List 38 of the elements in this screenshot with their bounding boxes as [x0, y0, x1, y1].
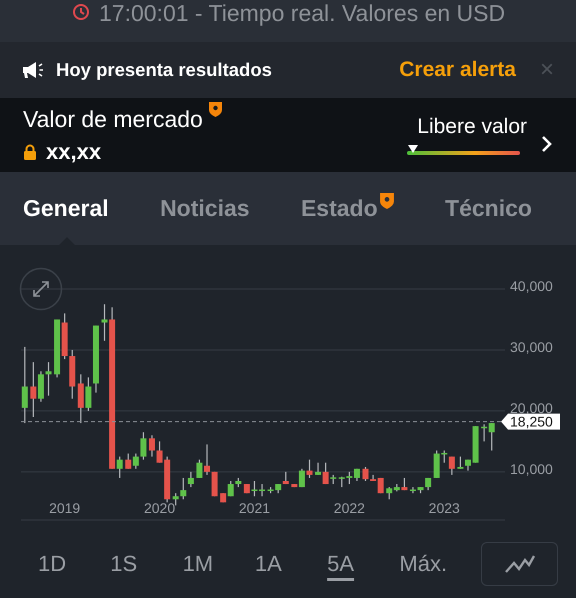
line-chart-icon — [504, 554, 536, 574]
tab[interactable]: General — [23, 195, 109, 222]
range-tab[interactable]: 1A — [254, 547, 328, 581]
candlestick — [30, 362, 36, 417]
range-tab[interactable]: 1M — [182, 547, 255, 581]
x-axis-label: 2020 — [144, 500, 176, 516]
candlestick — [282, 472, 289, 484]
candlestick — [330, 474, 336, 484]
market-value-label: Valor de mercado — [23, 106, 203, 132]
status-text: 17:00:01 - Tiempo real. Valores en USD — [99, 0, 506, 26]
range-tab[interactable]: Máx. — [399, 547, 482, 581]
clock-icon — [72, 3, 90, 21]
tab[interactable]: Noticias — [160, 195, 250, 222]
price-tag: 18,250 — [501, 414, 560, 430]
x-axis-label: 2022 — [334, 500, 365, 516]
tab[interactable]: Técnico — [445, 195, 532, 222]
x-axis-label: 2021 — [238, 500, 270, 516]
range-tab[interactable]: 5A — [327, 547, 400, 581]
y-axis-label: 10,000 — [510, 460, 553, 477]
x-axis-label: 2019 — [49, 500, 80, 516]
x-axis-label: 2023 — [428, 500, 460, 516]
chart-type-button[interactable] — [481, 542, 558, 586]
expand-icon[interactable] — [20, 268, 62, 310]
market-value: xx,xx — [46, 138, 102, 164]
range-tab[interactable]: 1S — [110, 547, 183, 581]
banner-text: Hoy presenta resultados — [56, 59, 273, 81]
y-axis-label: 30,000 — [510, 338, 553, 355]
megaphone-icon — [22, 61, 44, 79]
ref-line-label: 18,250 — [510, 414, 554, 430]
unlock-value-label: Libere valor — [417, 115, 527, 139]
chevron-right-icon[interactable] — [541, 135, 553, 153]
candlestick — [441, 450, 448, 463]
y-axis-label: 40,000 — [510, 278, 553, 294]
range-tab[interactable]: 1D — [38, 547, 110, 581]
create-alert-link[interactable]: Crear alerta — [399, 58, 516, 82]
tab[interactable]: Estado — [300, 195, 378, 222]
y-axis-label: 20,000 — [510, 400, 553, 416]
candlestick — [180, 478, 186, 500]
